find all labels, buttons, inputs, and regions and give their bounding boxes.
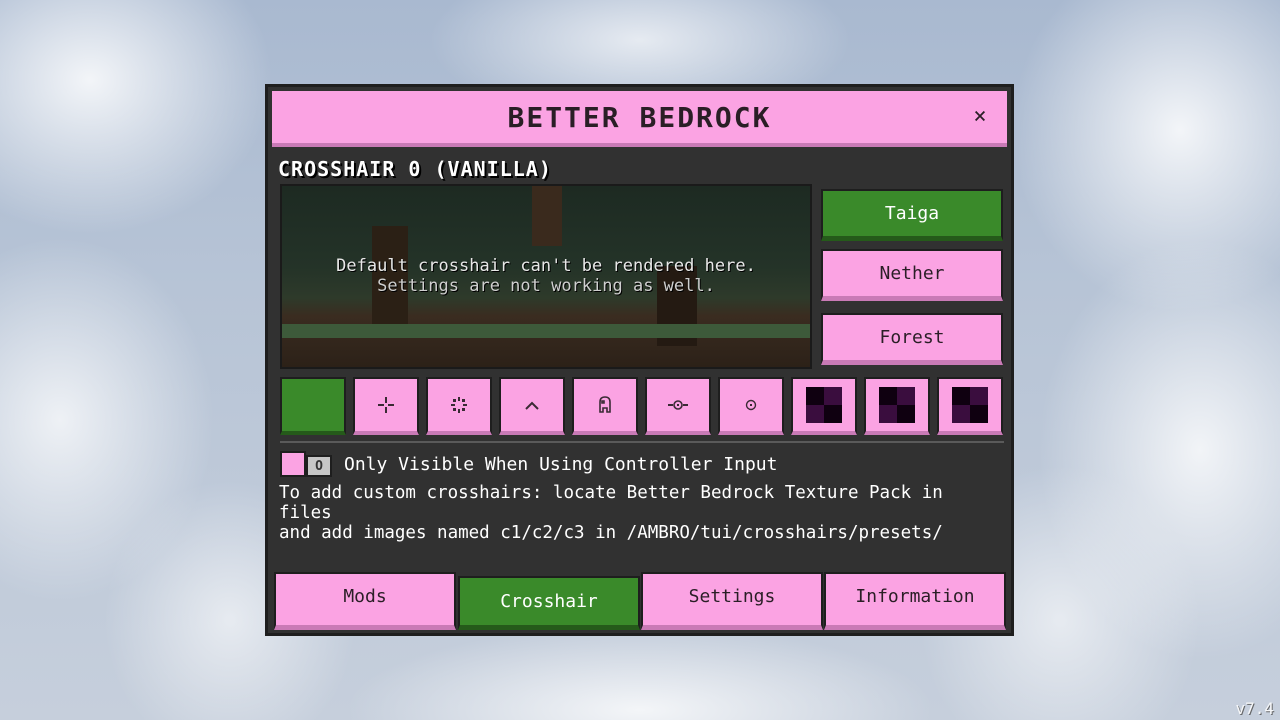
dialog-title-bar: BETTER BEDROCK × xyxy=(272,91,1007,147)
preview-message-line2: Settings are not working as well. xyxy=(377,276,715,296)
crosshair-creature-icon xyxy=(599,396,611,413)
section-title: CROSSHAIR 0 (VANILLA) xyxy=(278,157,552,181)
close-button[interactable]: × xyxy=(967,103,993,129)
preview-tree xyxy=(532,186,562,246)
theme-button-taiga[interactable]: Taiga xyxy=(821,189,1003,241)
custom-preset-c1[interactable] xyxy=(791,377,857,435)
theme-button-nether[interactable]: Nether xyxy=(821,249,1003,301)
toggle-knob[interactable]: O xyxy=(306,455,332,477)
tab-settings[interactable]: Settings xyxy=(641,572,823,630)
custom-preset-icon xyxy=(879,387,915,423)
crosshair-caret-icon xyxy=(525,401,539,410)
custom-crosshair-info: To add custom crosshairs: locate Better … xyxy=(279,483,1005,543)
custom-preset-c2[interactable] xyxy=(864,377,930,435)
selected-color-swatch[interactable] xyxy=(280,377,346,435)
dialog-title: BETTER BEDROCK xyxy=(507,100,772,134)
crosshair-option-creature[interactable] xyxy=(572,377,638,435)
crosshair-swatch-row xyxy=(280,377,1004,435)
better-bedrock-dialog: BETTER BEDROCK × CROSSHAIR 0 (VANILLA) D… xyxy=(265,84,1014,636)
crosshair-circle-dot-icon xyxy=(745,399,757,411)
info-line2: and add images named c1/c2/c3 in /AMBRO/… xyxy=(279,523,943,543)
crosshair-plus-icon xyxy=(378,397,394,413)
custom-preset-icon xyxy=(952,387,988,423)
crosshair-option-plus[interactable] xyxy=(353,377,419,435)
preview-message: Default crosshair can't be rendered here… xyxy=(282,256,810,296)
preview-message-line1: Default crosshair can't be rendered here… xyxy=(336,256,756,276)
custom-preset-icon xyxy=(806,387,842,423)
info-line1: To add custom crosshairs: locate Better … xyxy=(279,483,943,523)
crosshair-dotted-icon xyxy=(451,397,467,413)
controller-only-toggle[interactable] xyxy=(280,451,306,477)
tab-mods[interactable]: Mods xyxy=(274,572,456,630)
preview-ground xyxy=(282,324,810,338)
tab-information[interactable]: Information xyxy=(824,572,1006,630)
crosshair-preview: Default crosshair can't be rendered here… xyxy=(280,184,812,369)
crosshair-option-line-dot[interactable] xyxy=(645,377,711,435)
crosshair-option-dotted[interactable] xyxy=(426,377,492,435)
version-label: v7.4 xyxy=(1235,699,1274,718)
close-icon: × xyxy=(973,103,987,129)
custom-preset-c3[interactable] xyxy=(937,377,1003,435)
crosshair-option-caret[interactable] xyxy=(499,377,565,435)
controller-only-toggle-row: O Only Visible When Using Controller Inp… xyxy=(280,450,777,478)
controller-only-label: Only Visible When Using Controller Input xyxy=(344,453,778,475)
crosshair-option-circle-dot[interactable] xyxy=(718,377,784,435)
divider xyxy=(280,441,1004,443)
crosshair-line-dot-icon xyxy=(668,400,688,410)
tab-crosshair[interactable]: Crosshair xyxy=(458,576,640,630)
theme-button-forest[interactable]: Forest xyxy=(821,313,1003,365)
